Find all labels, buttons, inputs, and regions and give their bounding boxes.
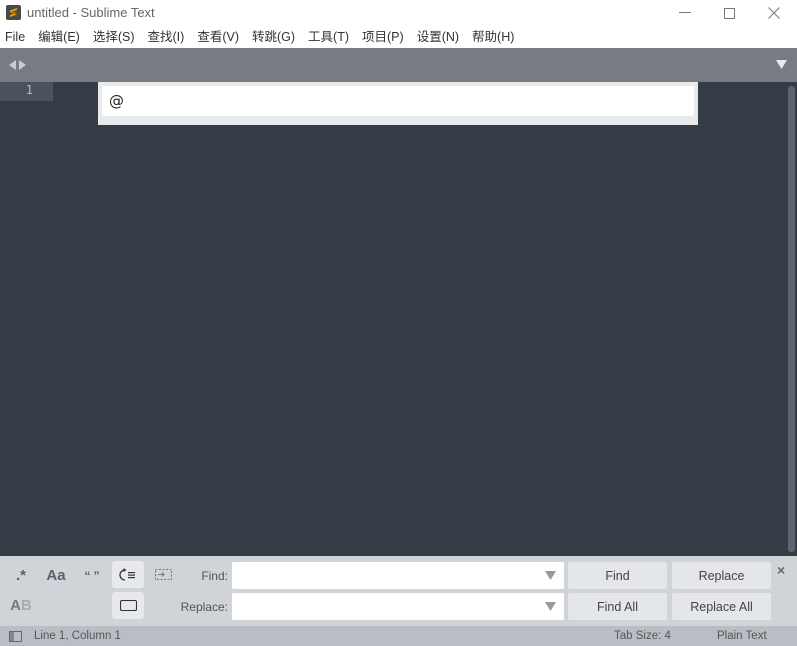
whole-word-toggle[interactable]: “ ” bbox=[76, 562, 108, 589]
highlight-matches-icon bbox=[119, 600, 137, 611]
in-selection-icon bbox=[155, 568, 172, 580]
menu-preferences[interactable]: 设置(N) bbox=[411, 26, 466, 48]
regex-toggle[interactable]: .* bbox=[5, 562, 37, 589]
maximize-icon bbox=[723, 7, 735, 19]
gutter-current-line: 1 bbox=[0, 82, 53, 101]
window-title: untitled - Sublime Text bbox=[27, 5, 155, 20]
tab-bar bbox=[0, 48, 797, 82]
goto-symbol-overlay bbox=[98, 82, 698, 125]
replace-button[interactable]: Replace bbox=[672, 562, 771, 589]
tab-left-arrow-icon[interactable] bbox=[9, 60, 16, 70]
tab-size-selector[interactable]: Tab Size: 4 bbox=[614, 630, 671, 642]
case-sensitive-icon: Aa bbox=[46, 567, 66, 584]
maximize-button[interactable] bbox=[706, 0, 752, 26]
wrap-toggle[interactable] bbox=[112, 561, 144, 588]
syntax-selector[interactable]: Plain Text bbox=[717, 630, 767, 642]
menu-file[interactable]: File bbox=[0, 26, 32, 48]
replace-history-dropdown-icon[interactable] bbox=[545, 602, 556, 611]
replace-input[interactable] bbox=[232, 593, 564, 620]
find-all-button[interactable]: Find All bbox=[568, 593, 667, 620]
minimize-button[interactable] bbox=[662, 0, 708, 26]
find-button[interactable]: Find bbox=[568, 562, 667, 589]
close-window-button[interactable] bbox=[751, 0, 797, 26]
menu-bar: File 编辑(E) 选择(S) 查找(I) 查看(V) 转跳(G) 工具(T)… bbox=[0, 26, 797, 48]
vertical-scrollbar[interactable] bbox=[788, 86, 795, 552]
editor-area[interactable]: 1 bbox=[0, 82, 797, 556]
replace-all-button[interactable]: Replace All bbox=[672, 593, 771, 620]
menu-selection[interactable]: 选择(S) bbox=[87, 26, 142, 48]
find-input[interactable] bbox=[232, 562, 564, 589]
case-sensitive-toggle[interactable]: Aa bbox=[40, 562, 72, 589]
regex-icon: .* bbox=[15, 567, 26, 584]
find-label: Find: bbox=[201, 569, 228, 583]
tab-right-arrow-icon[interactable] bbox=[19, 60, 26, 70]
menu-find[interactable]: 查找(I) bbox=[142, 26, 192, 48]
toggle-sidebar-icon[interactable] bbox=[9, 631, 22, 642]
preserve-case-toggle[interactable]: AB bbox=[5, 592, 37, 619]
menu-project[interactable]: 项目(P) bbox=[356, 26, 411, 48]
tab-list-dropdown-icon[interactable] bbox=[776, 60, 787, 69]
preserve-case-icon: AB bbox=[10, 597, 32, 614]
title-bar: untitled - Sublime Text bbox=[0, 0, 797, 26]
menu-help[interactable]: 帮助(H) bbox=[466, 26, 521, 48]
menu-edit[interactable]: 编辑(E) bbox=[32, 26, 87, 48]
goto-symbol-input[interactable] bbox=[102, 86, 694, 116]
find-replace-panel: .* Aa “ ” AB Find: Replace: Find Replace… bbox=[0, 556, 797, 626]
menu-goto[interactable]: 转跳(G) bbox=[246, 26, 302, 48]
find-history-dropdown-icon[interactable] bbox=[545, 571, 556, 580]
sublime-logo-icon bbox=[6, 5, 21, 20]
menu-view[interactable]: 查看(V) bbox=[191, 26, 246, 48]
close-icon bbox=[768, 7, 780, 19]
wrap-icon bbox=[119, 567, 135, 581]
whole-word-icon: “ ” bbox=[84, 568, 100, 583]
highlight-matches-toggle[interactable] bbox=[112, 592, 144, 619]
status-bar: Line 1, Column 1 Tab Size: 4 Plain Text bbox=[0, 626, 797, 646]
line-number: 1 bbox=[25, 83, 33, 97]
cursor-position: Line 1, Column 1 bbox=[34, 630, 121, 642]
replace-label: Replace: bbox=[180, 600, 228, 614]
close-find-panel-icon[interactable]: × bbox=[777, 562, 785, 578]
in-selection-toggle[interactable] bbox=[148, 561, 180, 588]
menu-tools[interactable]: 工具(T) bbox=[302, 26, 356, 48]
minimize-icon bbox=[679, 12, 691, 13]
